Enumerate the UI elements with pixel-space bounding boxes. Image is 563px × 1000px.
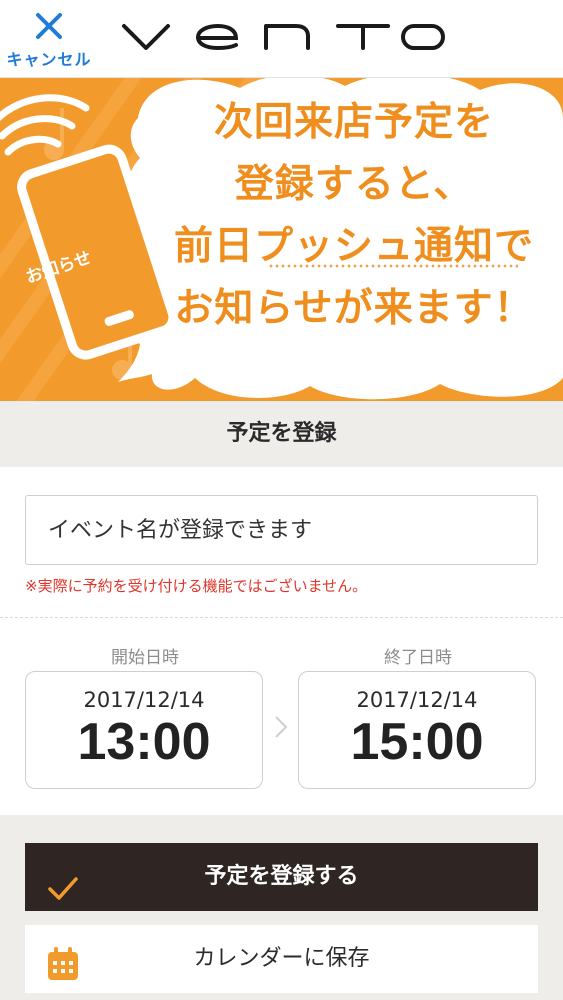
end-date: 2017/12/14	[356, 688, 478, 712]
notice-text: ※実際に予約を受け付ける機能ではございません。	[25, 577, 368, 595]
banner-message: 次回来店予定を 登録すると、 前日プッシュ通知で お知らせが来ます！	[150, 92, 558, 340]
close-icon	[6, 8, 92, 44]
banner-line-2: 登録すると、	[234, 162, 474, 207]
start-datetime-label: 開始日時	[111, 648, 179, 668]
calendar-icon	[47, 941, 79, 980]
save-to-calendar-button[interactable]: カレンダーに保存	[25, 925, 538, 993]
page: キャンセル お知らせ 次回来店予定を 登録すると、 前日プッシュ通知で お知らせ…	[0, 0, 563, 1000]
banner-line-3: 前日プッシュ通知で	[173, 224, 534, 269]
promo-banner: お知らせ 次回来店予定を 登録すると、 前日プッシュ通知で お知らせが来ます！	[0, 78, 563, 401]
start-date: 2017/12/14	[83, 688, 205, 712]
dotted-underline	[268, 264, 518, 268]
end-datetime-picker[interactable]: 2017/12/14 15:00	[298, 671, 536, 789]
end-time: 15:00	[350, 713, 484, 771]
register-button-label: 予定を登録する	[204, 864, 359, 889]
banner-line-4: お知らせが来ます！	[174, 286, 534, 331]
start-datetime-picker[interactable]: 2017/12/14 13:00	[25, 671, 263, 789]
event-name-input[interactable]	[25, 495, 538, 565]
register-schedule-button[interactable]: 予定を登録する	[25, 843, 538, 911]
cancel-label: キャンセル	[6, 50, 92, 69]
cancel-button[interactable]: キャンセル	[6, 8, 92, 70]
chevron-right-icon	[273, 715, 289, 739]
action-area: 予定を登録する カレンダーに保存	[0, 815, 563, 1000]
calendar-button-label: カレンダーに保存	[193, 946, 370, 971]
brand-logo	[118, 16, 448, 60]
banner-line-1: 次回来店予定を	[213, 100, 494, 145]
check-icon	[47, 863, 79, 900]
schedule-form: ※実際に予約を受け付ける機能ではございません。 開始日時 2017/12/14 …	[0, 467, 563, 815]
dashed-divider	[0, 617, 563, 618]
start-time: 13:00	[77, 713, 211, 771]
header-bar: キャンセル	[0, 0, 563, 78]
end-datetime-label: 終了日時	[384, 648, 452, 668]
section-title: 予定を登録	[0, 401, 563, 467]
